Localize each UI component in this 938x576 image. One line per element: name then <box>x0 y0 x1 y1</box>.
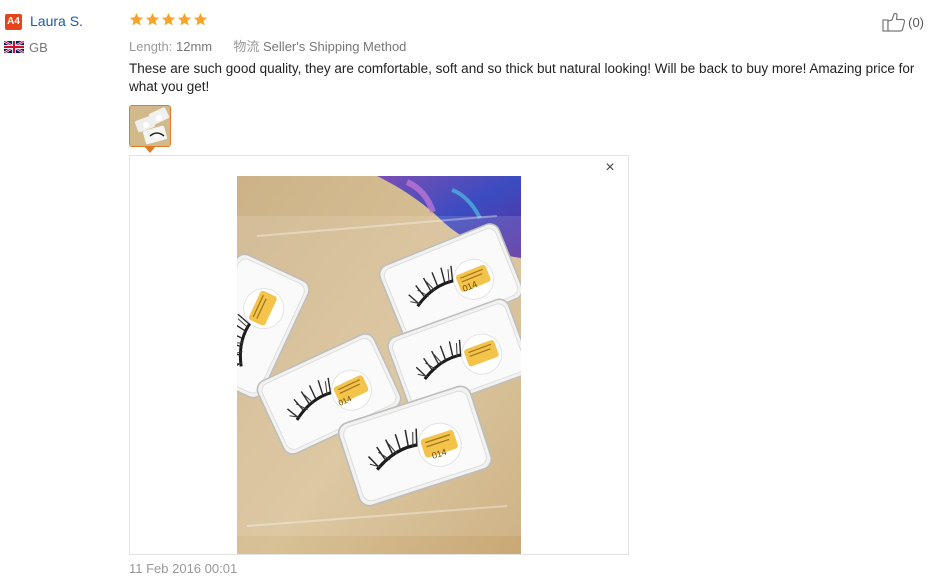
uk-flag-icon <box>4 41 24 53</box>
review-text: These are such good quality, they are co… <box>129 61 915 94</box>
star-icon <box>177 12 192 26</box>
reviewer-country: GB <box>29 40 48 55</box>
close-icon[interactable]: × <box>603 160 617 176</box>
buyer-level-badge: A4 <box>5 14 22 30</box>
star-icon <box>193 12 208 26</box>
thumbs-up-icon <box>882 12 906 32</box>
reviewer-name[interactable]: Laura S. <box>30 13 83 29</box>
star-icon <box>161 12 176 26</box>
attr-label-length: Length: <box>129 39 173 54</box>
attr-value-logistics: Seller's Shipping Method <box>263 39 407 54</box>
review-photo: 014 014 014 <box>237 176 521 554</box>
attr-label-logistics: 物流 <box>233 39 260 54</box>
star-rating <box>129 12 208 28</box>
star-icon <box>145 12 160 26</box>
helpful-count: (0) <box>908 14 924 30</box>
review-photo-thumbnail[interactable] <box>129 105 171 147</box>
thumbnail-pointer <box>144 146 156 153</box>
star-icon <box>129 12 144 26</box>
review-date: 11 Feb 2016 00:01 <box>129 561 238 576</box>
attr-value-length: 12mm <box>176 39 213 54</box>
product-attributes: Length: 12mm 物流 Seller's Shipping Method <box>129 36 406 55</box>
thumbnail-image <box>130 106 170 146</box>
helpful-button[interactable]: (0) <box>882 12 924 32</box>
